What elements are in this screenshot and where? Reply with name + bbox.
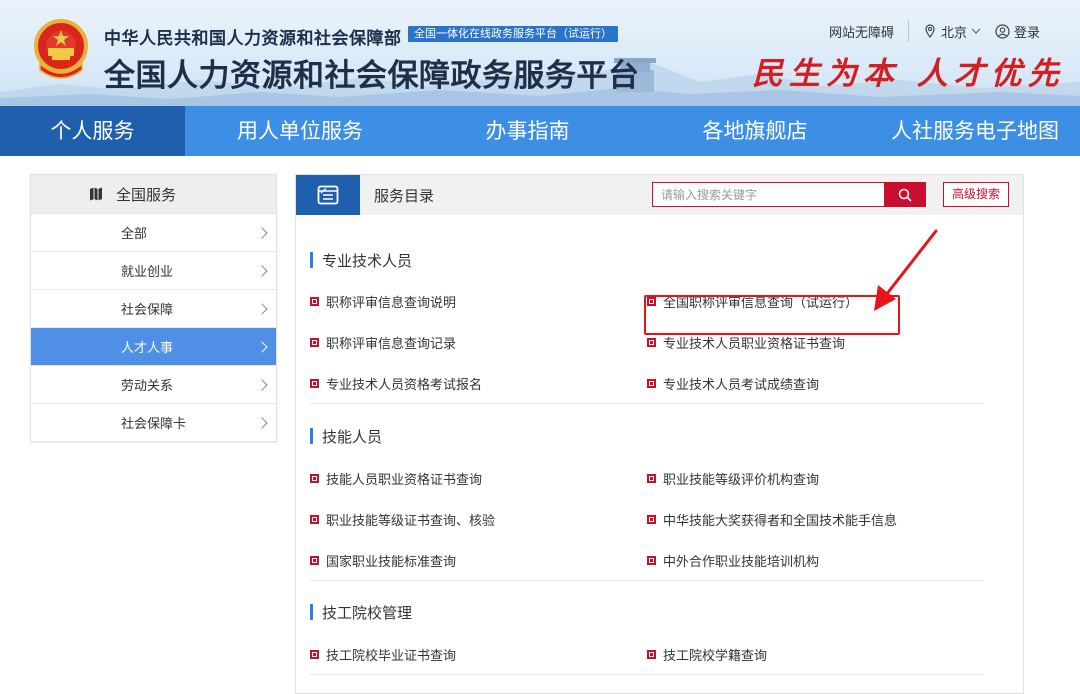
nav-item-employer-service[interactable]: 用人单位服务: [185, 106, 415, 156]
sidebar-item-social-security[interactable]: 社会保障: [31, 289, 276, 327]
bullet-icon: [647, 338, 656, 347]
sidebar-item-talent-personnel[interactable]: 人才人事: [31, 327, 276, 365]
nav-item-local-stores[interactable]: 各地旗舰店: [640, 106, 870, 156]
platform-title: 全国人力资源和社会保障政务服务平台: [104, 58, 640, 94]
bullet-icon: [310, 555, 319, 565]
bullet-icon: [647, 649, 656, 659]
link-national-title-review-query[interactable]: 全国职称评审信息查询（试运行）: [647, 292, 984, 311]
section-title: 技工院校管理: [310, 602, 984, 622]
link-professional-certificate-query[interactable]: 专业技术人员职业资格证书查询: [647, 333, 984, 352]
chevron-right-icon: [256, 302, 268, 315]
chevron-down-icon: [971, 28, 981, 34]
login-link[interactable]: 登录: [995, 22, 1040, 41]
link-national-skill-standards[interactable]: 国家职业技能标准查询: [310, 551, 647, 570]
nav-item-guide[interactable]: 办事指南: [415, 106, 640, 156]
sidebar: 全国服务 全部 就业创业 社会保障 人才人事 劳动关系 社会保障卡: [30, 174, 277, 442]
link-skilled-certificate-query[interactable]: 技能人员职业资格证书查询: [310, 469, 647, 488]
chevron-right-icon: [256, 226, 268, 239]
section-marker: [310, 252, 313, 268]
bullet-icon: [310, 338, 319, 347]
bullet-icon: [310, 515, 319, 524]
ministry-tag-badge: 全国一体化在线政务服务平台（试运行）: [408, 26, 618, 42]
search-bar: [652, 182, 926, 207]
ministry-name: 中华人民共和国人力资源和社会保障部: [104, 29, 402, 49]
location-selector[interactable]: 北京: [923, 22, 981, 41]
bullet-icon: [310, 378, 319, 388]
search-icon: [898, 188, 912, 202]
search-button[interactable]: [884, 182, 926, 207]
slogan-calligraphy: 民生为本 人才优先: [752, 56, 1065, 92]
sidebar-header: 全国服务: [31, 175, 276, 213]
bullet-icon: [647, 555, 656, 565]
section-technical-school: 技工院校管理: [310, 602, 984, 622]
link-foreign-cooperation-training[interactable]: 中外合作职业技能培训机构: [647, 551, 984, 570]
nav-item-service-map[interactable]: 人社服务电子地图: [870, 106, 1080, 156]
panel-header: 服务目录 高级搜索: [296, 175, 1023, 215]
link-skill-award-winners[interactable]: 中华技能大奖获得者和全国技术能手信息: [647, 510, 984, 529]
sidebar-item-all[interactable]: 全部: [31, 213, 276, 251]
sidebar-item-labor-relations[interactable]: 劳动关系: [31, 365, 276, 403]
sidebar-item-employment[interactable]: 就业创业: [31, 251, 276, 289]
service-directory-panel: 服务目录 高级搜索 专业技术人员 职称评审信息查询说明 全国职称评审信息查询（试…: [295, 174, 1024, 694]
section-professional: 专业技术人员: [310, 250, 984, 270]
search-input[interactable]: [652, 182, 884, 207]
chevron-right-icon: [256, 264, 268, 277]
bullet-icon: [310, 297, 319, 306]
directory-icon: [296, 175, 360, 215]
bullet-icon: [310, 474, 319, 483]
nav-item-personal-service[interactable]: 个人服务: [0, 106, 185, 156]
bullet-icon: [310, 649, 319, 659]
advanced-search-button[interactable]: 高级搜索: [943, 182, 1010, 207]
section-title: 专业技术人员: [310, 250, 984, 270]
section-title: 技能人员: [310, 426, 984, 446]
bullet-icon: [647, 515, 656, 524]
link-professional-exam-scores[interactable]: 专业技术人员考试成绩查询: [647, 374, 984, 393]
link-professional-exam-registration[interactable]: 专业技术人员资格考试报名: [310, 374, 647, 393]
section-marker: [310, 604, 313, 620]
location-pin-icon: [925, 24, 935, 38]
site-header: 中华人民共和国人力资源和社会保障部 全国一体化在线政务服务平台（试运行） 全国人…: [0, 0, 1080, 106]
chevron-right-icon: [256, 378, 268, 391]
link-technical-school-enrollment[interactable]: 技工院校学籍查询: [647, 645, 984, 664]
link-skill-level-certificate-verify[interactable]: 职业技能等级证书查询、核验: [310, 510, 647, 529]
sidebar-item-social-security-card[interactable]: 社会保障卡: [31, 403, 276, 441]
chevron-right-icon: [256, 416, 268, 429]
panel-title: 服务目录: [374, 186, 435, 205]
link-technical-school-diploma[interactable]: 技工院校毕业证书查询: [310, 645, 647, 664]
chevron-right-icon: [256, 340, 268, 353]
main-nav: 个人服务 用人单位服务 办事指南 各地旗舰店 人社服务电子地图: [0, 106, 1080, 156]
bullet-icon: [647, 474, 656, 483]
link-skill-evaluation-institution[interactable]: 职业技能等级评价机构查询: [647, 469, 984, 488]
map-icon: [90, 187, 102, 201]
link-title-review-records[interactable]: 职称评审信息查询记录: [310, 333, 647, 352]
user-icon: [995, 23, 1010, 39]
top-links: 网站无障碍 北京 登录: [829, 20, 1040, 42]
accessibility-link[interactable]: 网站无障碍: [829, 22, 894, 41]
section-professional-links: 职称评审信息查询说明 全国职称评审信息查询（试运行） 职称评审信息查询记录 专业…: [310, 281, 984, 404]
divider: [907, 20, 909, 42]
bullet-icon: [647, 378, 656, 388]
bullet-icon: [647, 297, 656, 306]
section-marker: [310, 428, 313, 444]
national-emblem-icon: [30, 18, 92, 82]
section-technical-school-links: 技工院校毕业证书查询 技工院校学籍查询: [310, 634, 984, 675]
link-title-review-instructions[interactable]: 职称评审信息查询说明: [310, 292, 647, 311]
section-skilled-links: 技能人员职业资格证书查询 职业技能等级评价机构查询 职业技能等级证书查询、核验 …: [310, 458, 984, 581]
section-skilled: 技能人员: [310, 426, 984, 446]
